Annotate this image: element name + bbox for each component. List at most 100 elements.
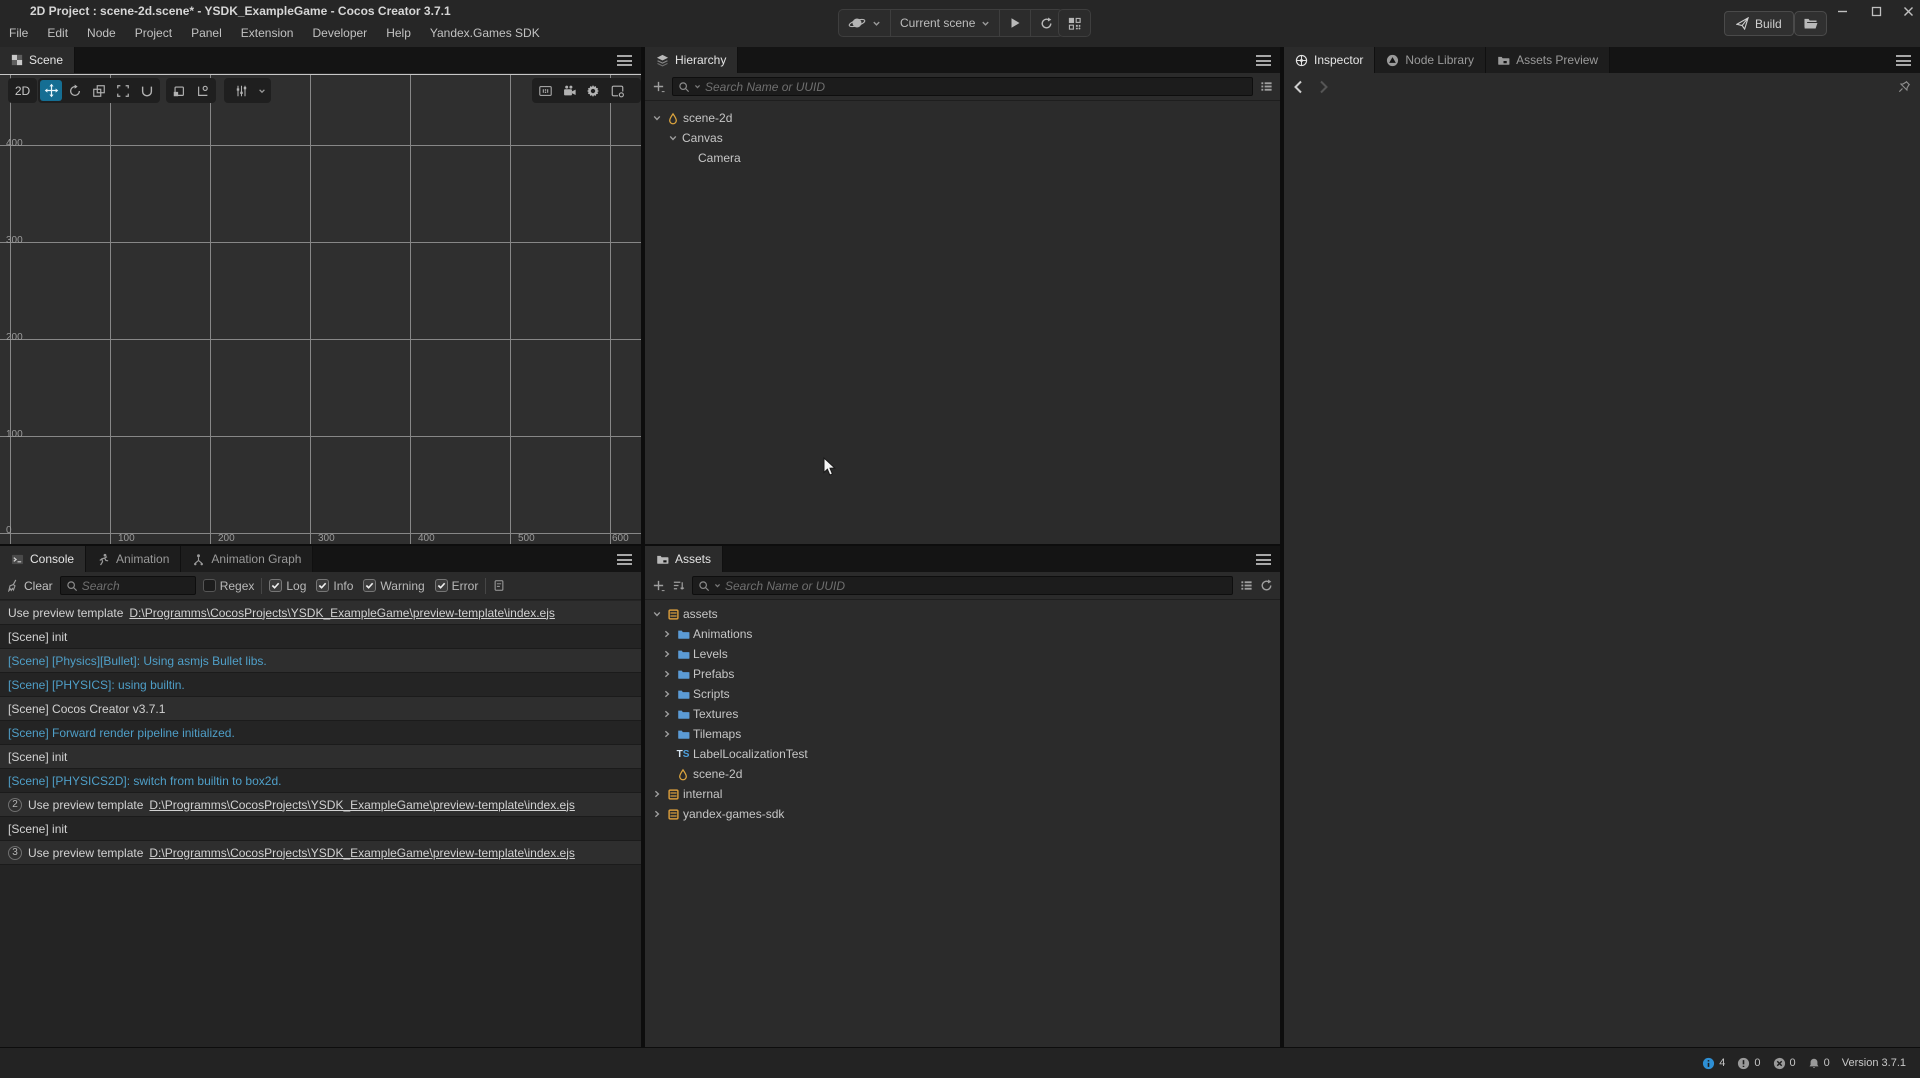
console-log-row[interactable]: [Scene] init — [0, 817, 641, 841]
scene-settings-button[interactable] — [606, 80, 628, 101]
sort-assets-icon[interactable] — [672, 579, 685, 592]
console-log-row[interactable]: 2Use preview template D:\Programms\Cocos… — [0, 793, 641, 817]
chevron-down-icon[interactable] — [667, 134, 679, 142]
inspector-panel-menu-icon[interactable] — [1896, 55, 1911, 66]
list-view-icon[interactable] — [1240, 579, 1253, 592]
camera-button[interactable] — [558, 80, 580, 101]
error-filter-box[interactable] — [435, 579, 448, 592]
aspect-border-button[interactable] — [534, 80, 556, 101]
tab-hierarchy[interactable]: Hierarchy — [645, 47, 738, 73]
scene-viewport-grid[interactable] — [0, 74, 641, 544]
log-file-icon[interactable] — [493, 579, 505, 592]
tab-animation-graph[interactable]: Animation Graph — [181, 546, 313, 572]
assets-item-textures[interactable]: Textures — [645, 704, 1280, 724]
console-log-row[interactable]: [Scene] init — [0, 625, 641, 649]
pin-icon[interactable] — [1898, 80, 1911, 93]
menu-item-help[interactable]: Help — [386, 26, 411, 40]
console-log-row[interactable]: [Scene] [Physics][Bullet]: Using asmjs B… — [0, 649, 641, 673]
menu-item-panel[interactable]: Panel — [191, 26, 222, 40]
menu-item-node[interactable]: Node — [87, 26, 116, 40]
assets-item-scripts[interactable]: Scripts — [645, 684, 1280, 704]
log-filter-box[interactable] — [269, 579, 282, 592]
chevron-right-icon[interactable] — [661, 730, 673, 738]
console-log-row[interactable]: [Scene] init — [0, 745, 641, 769]
assets-panel-menu-icon[interactable] — [1256, 554, 1271, 565]
gear-button[interactable] — [582, 80, 604, 101]
scene-panel-menu-icon[interactable] — [617, 55, 632, 66]
assets-item-levels[interactable]: Levels — [645, 644, 1280, 664]
scale-tool-button[interactable] — [88, 80, 110, 101]
assets-item-assets[interactable]: assets — [645, 604, 1280, 624]
scene-2d-mode-button[interactable]: 2D — [8, 78, 37, 103]
anchor-tool-button[interactable] — [136, 80, 158, 101]
assets-item-prefabs[interactable]: Prefabs — [645, 664, 1280, 684]
hierarchy-search-input[interactable] — [705, 80, 1247, 94]
create-node-button[interactable] — [652, 80, 665, 93]
info-filter[interactable]: Info — [316, 579, 353, 593]
console-log-row[interactable]: [Scene] Forward render pipeline initiali… — [0, 721, 641, 745]
close-button[interactable] — [1894, 2, 1920, 21]
status-errors[interactable]: 0 — [1773, 1057, 1796, 1070]
warning-filter-box[interactable] — [363, 579, 376, 592]
minimize-button[interactable] — [1828, 2, 1856, 21]
error-filter[interactable]: Error — [435, 579, 479, 593]
menu-item-developer[interactable]: Developer — [312, 26, 367, 40]
assets-item-internal[interactable]: internal — [645, 784, 1280, 804]
tab-scene[interactable]: Scene — [0, 47, 75, 73]
menu-item-edit[interactable]: Edit — [47, 26, 68, 40]
hierarchy-item-scene-2d[interactable]: scene-2d — [645, 108, 1280, 128]
assets-item-scene-2d[interactable]: scene-2d — [645, 764, 1280, 784]
log-link[interactable]: D:\Programms\CocosProjects\YSDK_ExampleG… — [149, 798, 575, 812]
hierarchy-item-canvas[interactable]: Canvas — [645, 128, 1280, 148]
log-filter[interactable]: Log — [269, 579, 306, 593]
regex-checkbox-box[interactable] — [203, 579, 216, 592]
tab-console[interactable]: Console — [0, 546, 86, 572]
open-project-folder-button[interactable] — [1794, 11, 1827, 36]
chevron-right-icon[interactable] — [661, 690, 673, 698]
scene-select-dropdown[interactable]: Current scene — [891, 10, 1000, 36]
back-arrow-icon[interactable] — [1293, 80, 1303, 94]
info-filter-box[interactable] — [316, 579, 329, 592]
status-warnings[interactable]: 0 — [1737, 1057, 1760, 1070]
chevron-right-icon[interactable] — [651, 790, 663, 798]
rotate-tool-button[interactable] — [64, 80, 86, 101]
regex-checkbox[interactable]: Regex — [203, 579, 255, 593]
layout-grid-button[interactable] — [1058, 9, 1091, 37]
assets-item-labellocalizationtest[interactable]: TSLabelLocalizationTest — [645, 744, 1280, 764]
maximize-button[interactable] — [1862, 2, 1890, 21]
assets-search-input[interactable] — [725, 579, 1227, 593]
menu-item-yandex-games-sdk[interactable]: Yandex.Games SDK — [430, 26, 540, 40]
console-log-row[interactable]: Use preview template D:\Programms\CocosP… — [0, 601, 641, 625]
rect-tool-button[interactable] — [112, 80, 134, 101]
build-button[interactable]: Build — [1724, 11, 1794, 36]
move-tool-button[interactable] — [40, 80, 62, 101]
tab-inspector[interactable]: Inspector — [1284, 47, 1375, 73]
play-button[interactable] — [1000, 10, 1031, 36]
chevron-right-icon[interactable] — [661, 630, 673, 638]
assets-item-tilemaps[interactable]: Tilemaps — [645, 724, 1280, 744]
console-log-row[interactable]: [Scene] Cocos Creator v3.7.1 — [0, 697, 641, 721]
tab-assets[interactable]: Assets — [645, 546, 723, 572]
preview-target-dropdown[interactable] — [839, 10, 891, 36]
create-asset-button[interactable] — [652, 579, 665, 592]
log-link[interactable]: D:\Programms\CocosProjects\YSDK_ExampleG… — [129, 606, 555, 620]
tab-assets-preview[interactable]: Assets Preview — [1486, 47, 1610, 73]
menu-item-extension[interactable]: Extension — [241, 26, 294, 40]
menu-item-file[interactable]: File — [9, 26, 28, 40]
refresh-assets-icon[interactable] — [1260, 579, 1273, 592]
log-link[interactable]: D:\Programms\CocosProjects\YSDK_ExampleG… — [149, 846, 575, 860]
clear-console-button[interactable]: Clear — [7, 579, 53, 593]
chevron-right-icon[interactable] — [661, 710, 673, 718]
warning-filter[interactable]: Warning — [363, 579, 424, 593]
hierarchy-panel-menu-icon[interactable] — [1256, 55, 1271, 66]
chevron-right-icon[interactable] — [651, 810, 663, 818]
assets-item-yandex-games-sdk[interactable]: yandex-games-sdk — [645, 804, 1280, 824]
menu-item-project[interactable]: Project — [135, 26, 172, 40]
chevron-right-icon[interactable] — [661, 650, 673, 658]
hierarchy-item-camera[interactable]: Camera — [645, 148, 1280, 168]
snap-pivot-button[interactable] — [192, 80, 214, 101]
snap-corner-button[interactable] — [168, 80, 190, 101]
gizmo-options-button[interactable] — [224, 78, 271, 103]
tab-animation[interactable]: Animation — [86, 546, 181, 572]
console-log-row[interactable]: [Scene] [PHYSICS2D]: switch from builtin… — [0, 769, 641, 793]
